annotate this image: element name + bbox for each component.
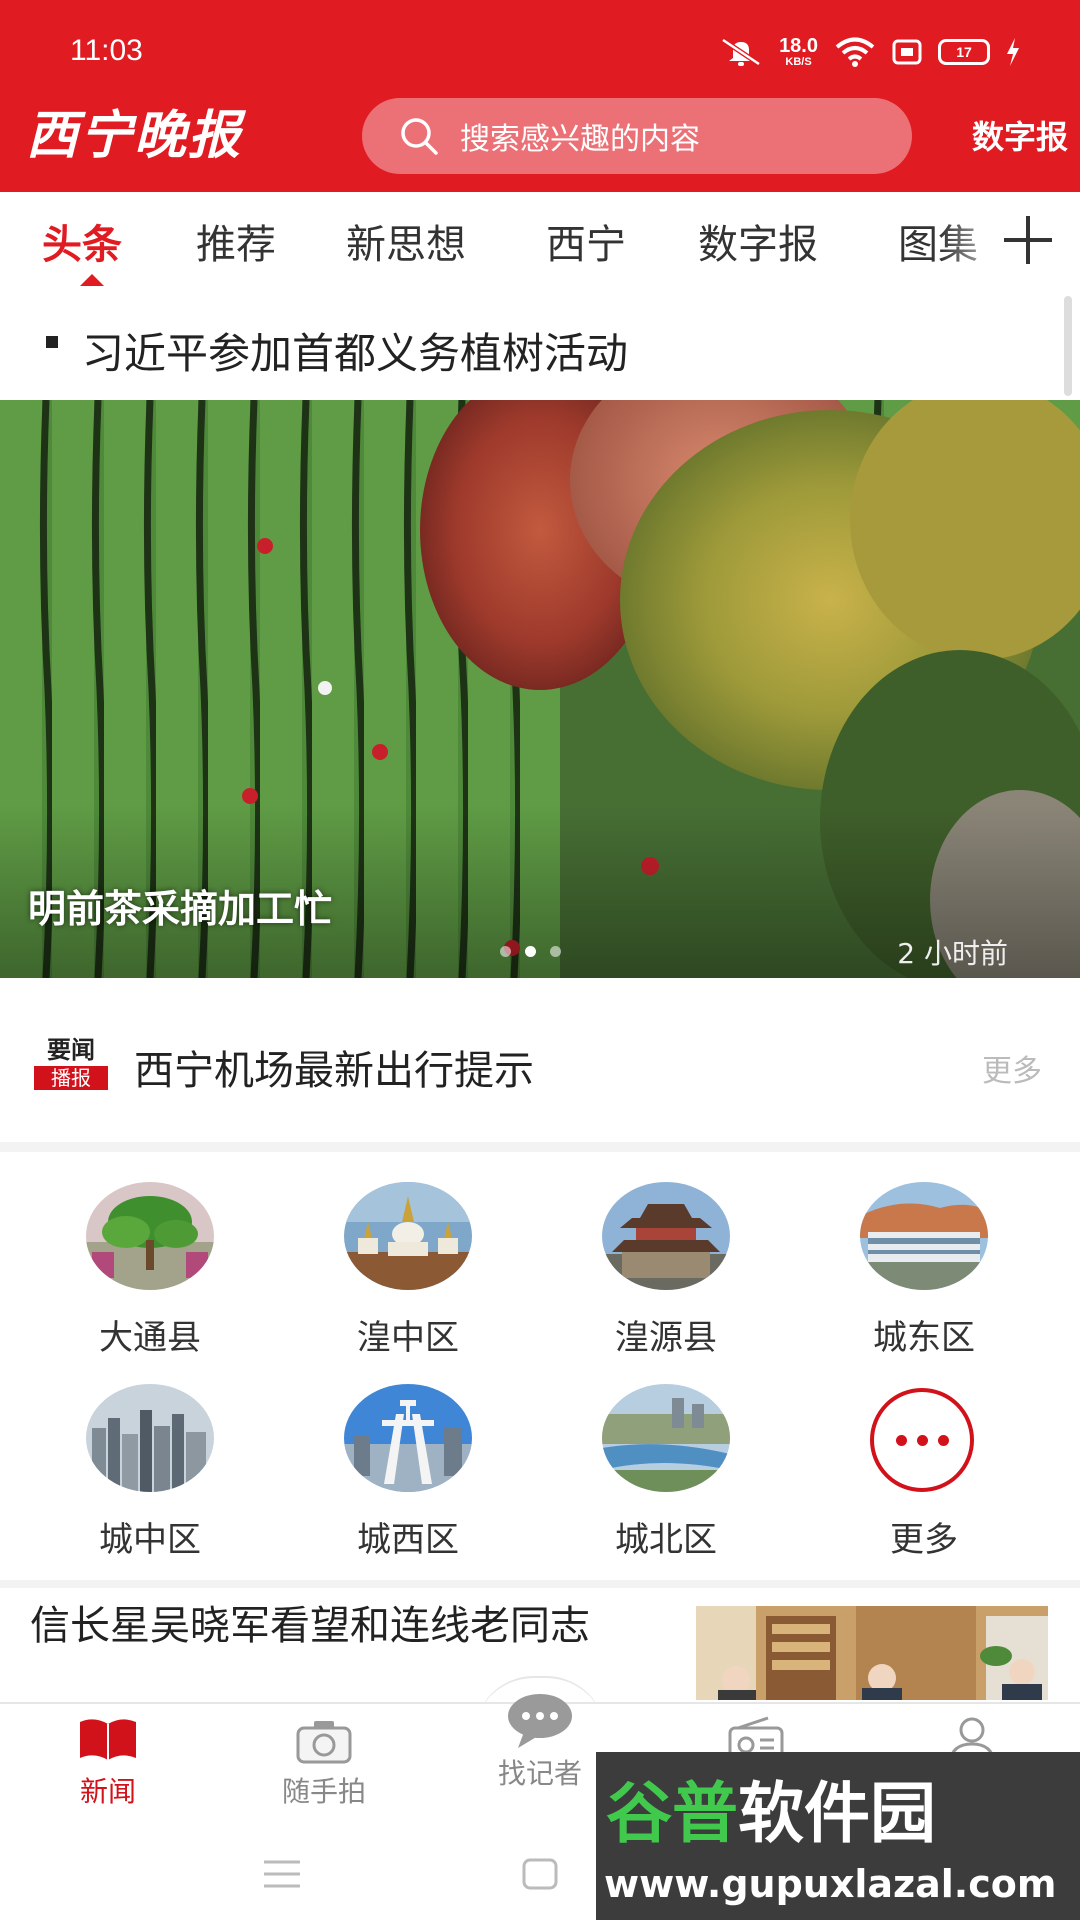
section-divider bbox=[0, 1580, 1080, 1588]
nav-snapshot[interactable]: 随手拍 bbox=[254, 1714, 394, 1810]
district-label: 城东区 bbox=[873, 1318, 975, 1358]
district-datong[interactable]: 大通县 bbox=[50, 1182, 250, 1372]
home-icon[interactable] bbox=[522, 1858, 558, 1890]
news-card-thumbnail[interactable] bbox=[696, 1606, 1048, 1700]
district-label: 湟中区 bbox=[357, 1318, 459, 1358]
tab-digital-paper[interactable]: 数字报 bbox=[698, 212, 818, 270]
news-flash-logo: 要闻 播报 bbox=[34, 1036, 108, 1092]
news-flash-logo-bottom: 播报 bbox=[34, 1066, 108, 1090]
net-speed-unit: KB/S bbox=[785, 56, 812, 68]
district-label: 城西区 bbox=[357, 1520, 459, 1560]
district-more[interactable]: 更多 bbox=[824, 1384, 1024, 1574]
arch-photo-icon bbox=[344, 1384, 472, 1492]
sim-card-icon bbox=[892, 39, 922, 65]
news-flash-more-link[interactable]: 更多 bbox=[982, 1046, 1042, 1090]
watermark-title-green: 谷普 bbox=[606, 1775, 738, 1852]
district-label: 城北区 bbox=[615, 1520, 717, 1560]
district-grid: 大通县 湟中区 湟源县 城东区 城中区 城西区 城北区 更多 bbox=[0, 1152, 1080, 1584]
hero-banner[interactable]: 明前茶采摘加工忙 2 小时前 bbox=[0, 400, 1080, 978]
news-flash-logo-top: 要闻 bbox=[47, 1036, 95, 1064]
watermark-title: 谷普软件园 bbox=[606, 1760, 936, 1856]
tab-new-thought[interactable]: 新思想 bbox=[346, 212, 466, 270]
district-huangyuan[interactable]: 湟源县 bbox=[566, 1182, 766, 1372]
site-watermark: 谷普软件园 www.gupuxlazal.com bbox=[596, 1752, 1080, 1920]
app-logo[interactable]: 西宁晚报 bbox=[26, 100, 356, 172]
active-tab-indicator bbox=[80, 274, 104, 286]
watermark-title-white: 软件园 bbox=[738, 1775, 936, 1852]
chat-bubble-icon bbox=[508, 1694, 572, 1748]
search-placeholder: 搜索感兴趣的内容 bbox=[460, 122, 700, 157]
nav-news[interactable]: 新闻 bbox=[38, 1714, 178, 1810]
carousel-dot[interactable] bbox=[550, 946, 561, 957]
watermark-url: www.gupuxlazal.com bbox=[604, 1862, 1057, 1906]
tab-xining[interactable]: 西宁 bbox=[546, 212, 626, 270]
stupa-photo-icon bbox=[344, 1182, 472, 1290]
tree-photo-icon bbox=[86, 1182, 214, 1290]
newspaper-icon bbox=[80, 1719, 136, 1760]
city-photo-icon bbox=[86, 1384, 214, 1492]
district-chengbei[interactable]: 城北区 bbox=[566, 1384, 766, 1574]
net-speed-value: 18.0 bbox=[779, 35, 818, 57]
app-header: 11:03 18.0 KB/S 17 西宁晚报 搜索感兴趣的内容 数字报 bbox=[0, 0, 1080, 192]
search-bar[interactable]: 搜索感兴趣的内容 bbox=[362, 98, 912, 174]
district-label: 湟源县 bbox=[615, 1318, 717, 1358]
ticker-headline[interactable]: 习近平参加首都义务植树活动 bbox=[82, 320, 628, 381]
tab-headlines[interactable]: 头条 bbox=[42, 212, 122, 270]
channel-tabs: 头条 推荐 新思想 西宁 数字报 图集 bbox=[0, 192, 1080, 292]
tower-photo-icon bbox=[602, 1182, 730, 1290]
wifi-icon bbox=[835, 37, 875, 67]
district-label: 大通县 bbox=[99, 1318, 201, 1358]
search-icon bbox=[401, 118, 438, 155]
banner-title[interactable]: 明前茶采摘加工忙 bbox=[28, 878, 332, 933]
district-huangzhong[interactable]: 湟中区 bbox=[308, 1182, 508, 1372]
banner-timestamp: 2 小时前 bbox=[897, 937, 1008, 970]
district-chengxi[interactable]: 城西区 bbox=[308, 1384, 508, 1574]
district-chengzhong[interactable]: 城中区 bbox=[50, 1384, 250, 1574]
status-icons: 18.0 KB/S 17 bbox=[719, 30, 1020, 74]
carousel-dots bbox=[500, 946, 561, 957]
status-bar: 11:03 18.0 KB/S 17 bbox=[0, 0, 1080, 100]
nav-label: 随手拍 bbox=[281, 1775, 366, 1808]
tab-recommend[interactable]: 推荐 bbox=[196, 212, 276, 270]
battery-indicator: 17 bbox=[938, 39, 990, 65]
river-photo-icon bbox=[602, 1384, 730, 1492]
nav-find-reporter[interactable]: 找记者 bbox=[470, 1690, 610, 1792]
charging-icon bbox=[1007, 38, 1019, 66]
station-photo-icon bbox=[860, 1182, 988, 1290]
section-divider bbox=[0, 1142, 1080, 1152]
news-flash[interactable]: 要闻 播报 西宁机场最新出行提示 更多 bbox=[0, 982, 1080, 1142]
more-dots-icon bbox=[870, 1388, 974, 1492]
news-card-title[interactable]: 信长星吴晓军看望和连线老同志 bbox=[30, 1600, 670, 1652]
menu-icon[interactable] bbox=[262, 1858, 302, 1890]
carousel-dot-active[interactable] bbox=[525, 946, 536, 957]
ticker-bullet bbox=[46, 336, 58, 348]
ticker-scrollbar bbox=[1064, 296, 1072, 396]
camera-icon bbox=[296, 1721, 352, 1764]
nav-label: 找记者 bbox=[497, 1757, 582, 1790]
add-channel-icon[interactable] bbox=[998, 210, 1058, 270]
digital-paper-link[interactable]: 数字报 bbox=[972, 112, 1068, 158]
news-flash-text[interactable]: 西宁机场最新出行提示 bbox=[134, 1038, 534, 1096]
status-time: 11:03 bbox=[70, 34, 143, 67]
district-label: 城中区 bbox=[99, 1520, 201, 1560]
nav-label: 新闻 bbox=[79, 1775, 136, 1808]
net-speed: 18.0 KB/S bbox=[779, 36, 818, 68]
headline-ticker[interactable]: 习近平参加首都义务植树活动 bbox=[0, 296, 1080, 400]
district-chengdong[interactable]: 城东区 bbox=[824, 1182, 1024, 1372]
battery-level: 17 bbox=[956, 44, 972, 60]
carousel-dot[interactable] bbox=[500, 946, 511, 957]
mute-bell-icon bbox=[721, 37, 761, 67]
district-label: 更多 bbox=[890, 1520, 958, 1560]
